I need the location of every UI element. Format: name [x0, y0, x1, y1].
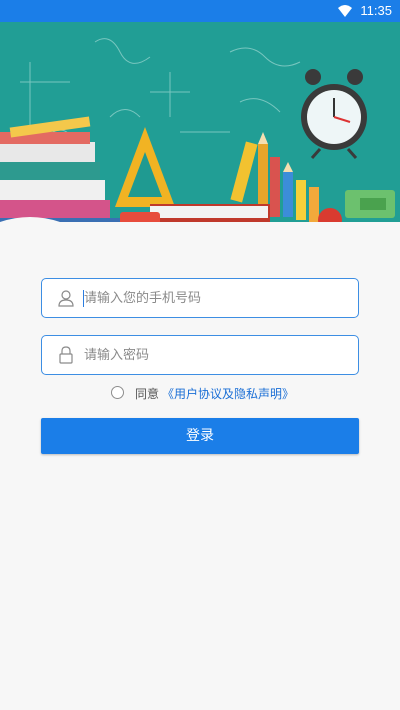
- user-agreement-link[interactable]: 《用户协议及隐私声明》: [162, 385, 294, 402]
- agree-prefix: 同意: [135, 387, 160, 401]
- phone-field[interactable]: [41, 278, 359, 318]
- lock-icon: [59, 346, 73, 364]
- phone-input[interactable]: [84, 279, 344, 317]
- status-time: 11:35: [360, 3, 392, 18]
- agreement-row: 同意 《用户协议及隐私声明》: [0, 383, 400, 403]
- password-field[interactable]: [41, 335, 359, 375]
- password-input[interactable]: [84, 336, 344, 374]
- wifi-icon: [338, 5, 352, 17]
- user-icon: [58, 290, 74, 307]
- status-bar: 11:35: [0, 0, 400, 22]
- agree-radio[interactable]: [111, 386, 124, 399]
- header-banner-illustration: [0, 22, 400, 228]
- login-button[interactable]: 登录: [41, 418, 359, 454]
